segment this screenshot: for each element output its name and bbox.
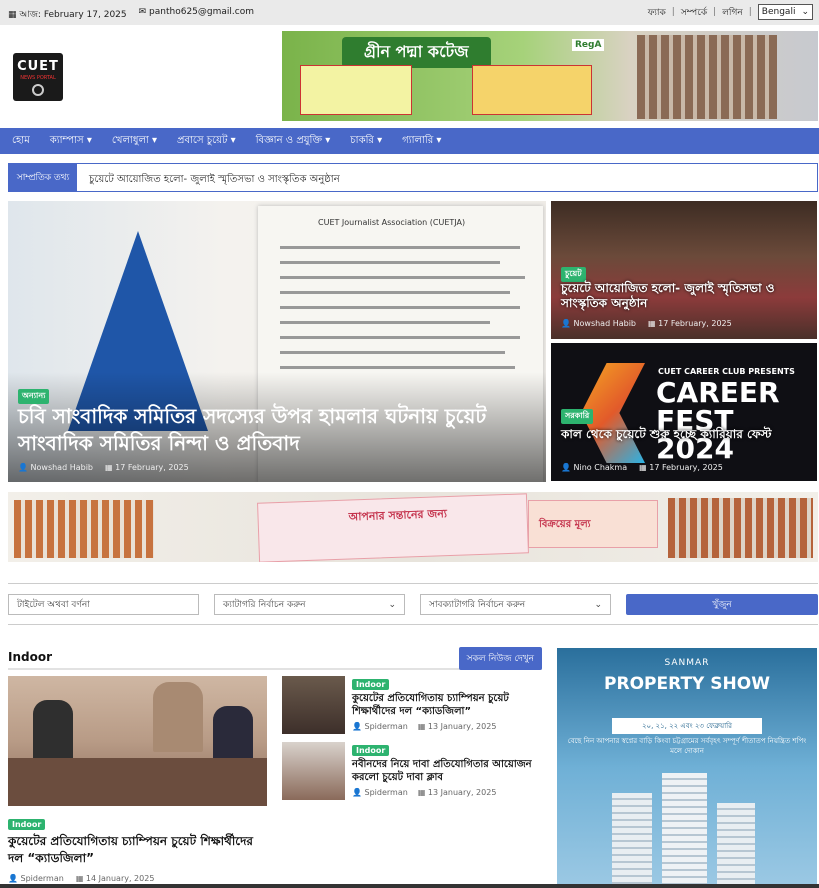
side-story-title[interactable]: কাল থেকে চুয়েটে শুরু হচ্ছে ক্যারিয়ার ফ… <box>561 427 811 442</box>
list-item-title[interactable]: কুয়েটের প্রতিযোগিতায় চ্যাম্পিয়ন চুয়ে… <box>352 692 544 718</box>
language-select[interactable]: Bengali ⌄ <box>757 4 813 20</box>
site-header: CUET NEWS PORTAL গ্রীন পদ্মা কটেজ RegA <box>0 25 819 128</box>
top-link-about[interactable]: সম্পর্কে <box>681 5 707 20</box>
date-text: ▦ আজ: February 17, 2025 <box>8 10 127 20</box>
middle-banner-ad[interactable]: আপনার সন্তানের জন্য বিক্রয়ের মূল্য <box>8 492 818 562</box>
chevron-down-icon: ⌄ <box>801 7 809 17</box>
main-article-title[interactable]: কুয়েটের প্রতিযোগিতায় চ্যাম্পিয়ন চুয়ে… <box>8 833 268 867</box>
email-text[interactable]: ✉ pantho625@gmail.com <box>139 7 254 22</box>
logo-emblem-icon <box>32 84 44 96</box>
side-story-meta: 👤 Nowshad Habib ▦ 17 February, 2025 <box>561 319 732 328</box>
site-logo[interactable]: CUET NEWS PORTAL <box>13 53 63 101</box>
nav-home[interactable]: হোম <box>12 133 30 150</box>
search-button[interactable]: খুঁজুন <box>626 594 818 615</box>
news-filter-bar: টাইটেল অথবা বর্ণনা ক্যাটাগরি নির্বাচন কর… <box>8 583 818 625</box>
ad-tower-image <box>717 803 755 888</box>
sidebar-ad[interactable]: SANMAR PROPERTY SHOW ২০, ২১, ২২ এবং ২৩ ফ… <box>557 648 817 888</box>
section-header: Indoor সকল নিউজ দেখুন <box>8 646 542 670</box>
ticker-headline[interactable]: চুয়েটে আয়োজিত হলো- জুলাই স্মৃতিসভা ও স… <box>89 172 340 189</box>
main-article-meta: 👤 Spiderman ▦ 14 January, 2025 <box>8 874 155 883</box>
mail-icon: ✉ <box>138 7 150 17</box>
calendar-icon: ▦ <box>648 319 659 328</box>
user-icon: 👤 <box>18 463 31 472</box>
side-category-badge[interactable]: সরকারি <box>561 409 594 424</box>
ad-card: আপনার সন্তানের জন্য <box>257 493 529 562</box>
list-item-thumbnail <box>282 742 345 800</box>
news-ticker: সাম্প্রতিক তথ্য চুয়েটে আয়োজিত হলো- জুল… <box>8 163 818 192</box>
side-story-meta: 👤 Nino Chakma ▦ 17 February, 2025 <box>561 463 723 472</box>
list-item[interactable]: Indoor নবীনদের নিয়ে দাবা প্রতিযোগিতার আ… <box>282 742 544 800</box>
calendar-icon: ▦ <box>417 722 428 731</box>
ad-building-image <box>14 500 154 558</box>
user-icon: 👤 <box>561 319 574 328</box>
side-category-badge[interactable]: চুয়েট <box>561 267 586 282</box>
ad-building-image <box>637 35 777 119</box>
nav-campus[interactable]: ক্যাম্পাস ▾ <box>50 133 92 150</box>
ticker-label: সাম্প্রতিক তথ্য <box>9 164 77 191</box>
calendar-icon: ▦ <box>8 10 20 20</box>
ad-price-box <box>300 65 412 115</box>
nav-sports[interactable]: খেলাধুলা ▾ <box>112 133 157 150</box>
nav-science[interactable]: বিজ্ঞান ও প্রযুক্তি ▾ <box>256 133 331 150</box>
side-story-title[interactable]: চুয়েটে আয়োজিত হলো- জুলাই স্মৃতিসভা ও স… <box>561 281 811 311</box>
hero-title[interactable]: চবি সাংবাদিক সমিতির সদস্যের উপর হামলার ঘ… <box>18 403 538 457</box>
list-item-thumbnail <box>282 676 345 734</box>
user-icon: 👤 <box>352 722 365 731</box>
nav-gallery[interactable]: গ্যালারি ▾ <box>402 133 441 150</box>
chevron-down-icon: ⌄ <box>594 599 602 610</box>
top-link-login[interactable]: লগিন <box>722 5 743 20</box>
title-search-input[interactable]: টাইটেল অথবা বর্ণনা <box>8 594 199 615</box>
calendar-icon: ▦ <box>417 788 428 797</box>
hero-meta: 👤 Nowshad Habib ▦ 17 February, 2025 <box>18 463 189 472</box>
ad-card-offer: বিক্রয়ের মূল্য <box>528 500 658 548</box>
hero-category-badge[interactable]: অন্যান্য <box>18 389 50 404</box>
top-bar: ▦ আজ: February 17, 2025 ✉ pantho625@gmai… <box>0 0 819 25</box>
user-icon: 👤 <box>352 788 365 797</box>
section-title: Indoor <box>8 650 53 664</box>
list-item[interactable]: Indoor কুয়েটের প্রতিযোগিতায় চ্যাম্পিয়… <box>282 676 544 734</box>
ad-building-image <box>668 498 813 558</box>
list-item-title[interactable]: নবীনদের নিয়ে দাবা প্রতিযোগিতার আয়োজন ক… <box>352 758 544 784</box>
calendar-icon: ▦ <box>75 874 86 883</box>
top-banner-ad[interactable]: গ্রীন পদ্মা কটেজ RegA <box>282 31 818 121</box>
user-icon: 👤 <box>8 874 21 883</box>
user-icon: 👤 <box>561 463 574 472</box>
ad-tower-image <box>612 793 652 888</box>
calendar-icon: ▦ <box>105 463 116 472</box>
main-article-category[interactable]: Indoor <box>8 819 46 830</box>
list-item-category[interactable]: Indoor <box>352 745 390 756</box>
calendar-icon: ▦ <box>639 463 650 472</box>
hero-story[interactable]: CUET Journalist Association (CUETJA) অন্… <box>8 201 546 482</box>
main-article-image[interactable] <box>8 676 267 806</box>
view-all-news-button[interactable]: সকল নিউজ দেখুন <box>458 647 542 670</box>
side-story[interactable]: চুয়েট চুয়েটে আয়োজিত হলো- জুলাই স্মৃতি… <box>551 201 817 339</box>
list-item-category[interactable]: Indoor <box>352 679 390 690</box>
category-select[interactable]: ক্যাটাগরি নির্বাচন করুন ⌄ <box>214 594 405 615</box>
main-nav: হোম ক্যাম্পাস ▾ খেলাধুলা ▾ প্রবাসে চুয়ে… <box>0 128 819 154</box>
nav-abroad[interactable]: প্রবাসে চুয়েট ▾ <box>177 133 236 150</box>
nav-jobs[interactable]: চাকরি ▾ <box>350 133 382 150</box>
ad-tower-image <box>662 773 707 888</box>
subcategory-select[interactable]: সাবক্যাটাগরি নির্বাচন করুন ⌄ <box>420 594 611 615</box>
side-story[interactable]: CUET CAREER CLUB PRESENTS CAREER FEST 20… <box>551 343 817 481</box>
top-link-fact[interactable]: ফ্যাক <box>648 5 666 20</box>
chevron-down-icon: ⌄ <box>388 599 396 610</box>
ad-offer-box <box>472 65 592 115</box>
